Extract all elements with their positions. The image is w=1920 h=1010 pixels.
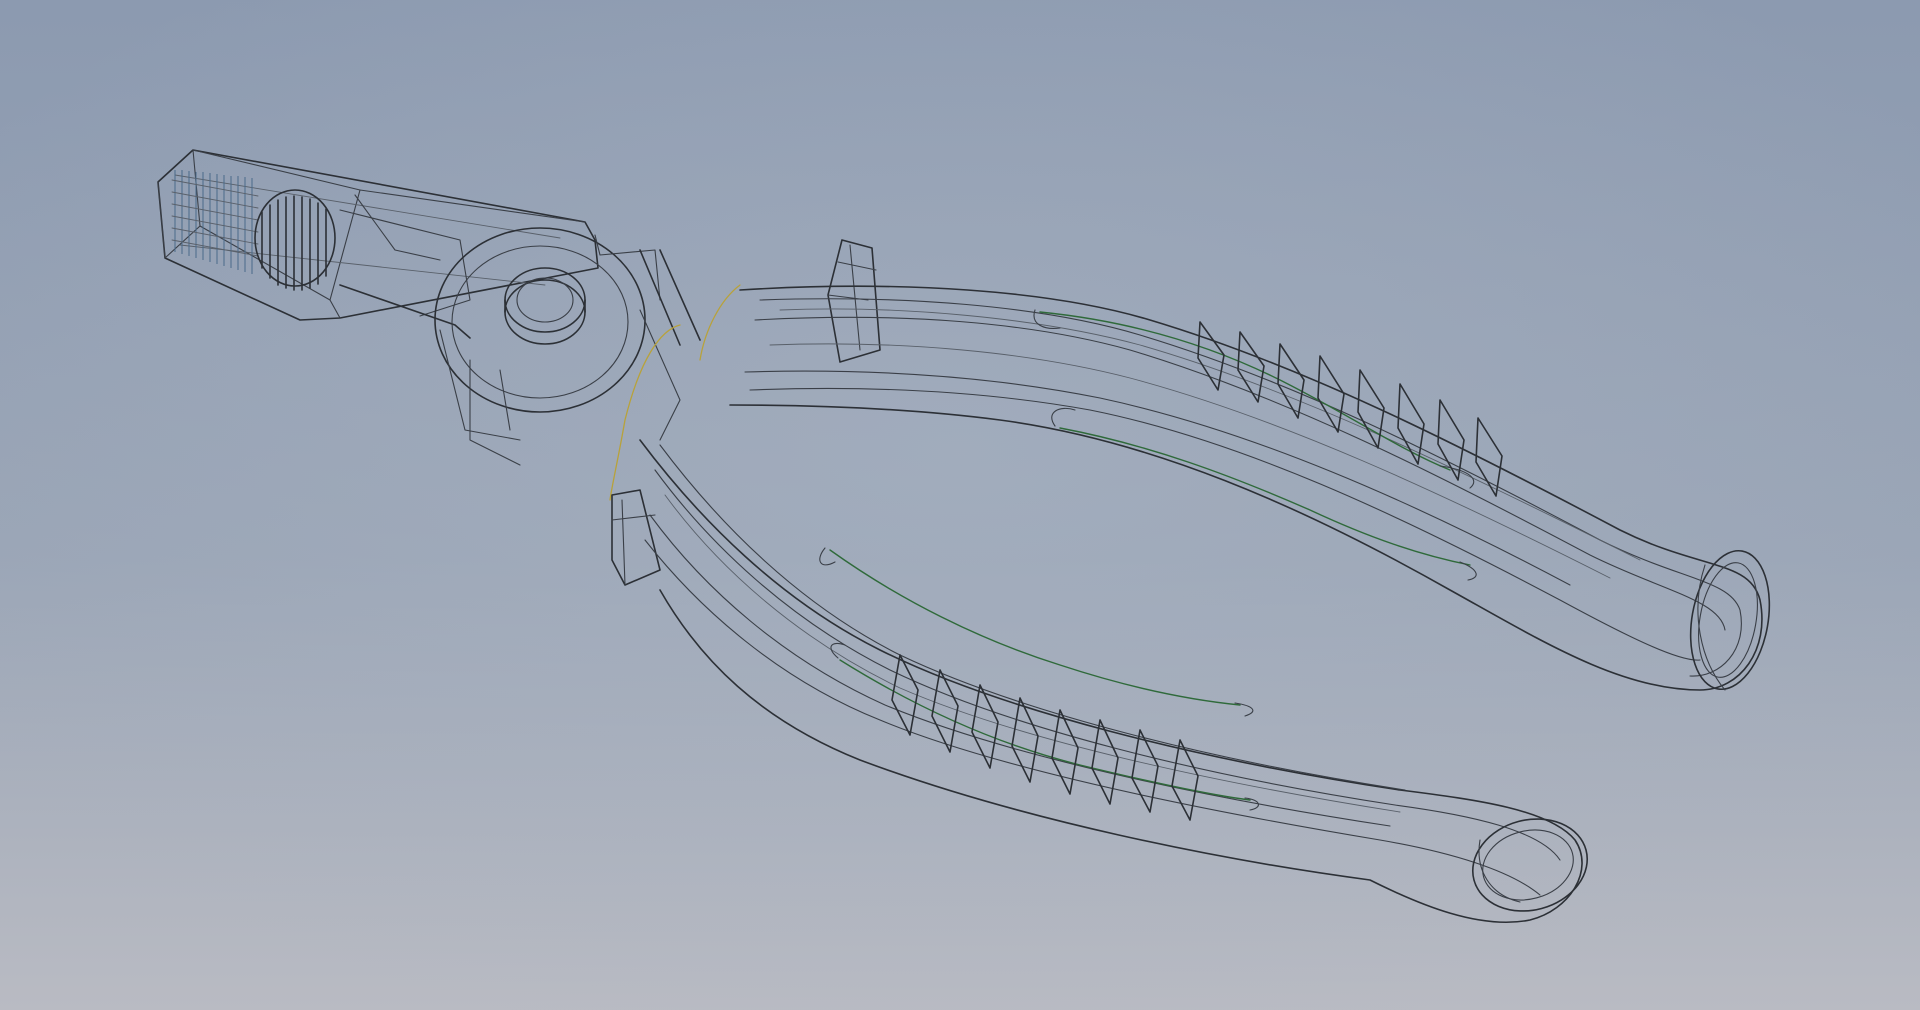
pliers-jaw[interactable] — [157, 149, 599, 339]
jaw-serrations — [171, 170, 259, 274]
pliers-pivot[interactable] — [434, 227, 741, 501]
3d-viewport[interactable] — [0, 0, 1920, 1010]
jaw-grip-teeth — [254, 189, 336, 291]
pliers-upper-handle[interactable] — [729, 285, 1780, 695]
lower-handle-guard — [611, 489, 661, 586]
pliers-lower-handle[interactable] — [639, 439, 1598, 924]
pliers-wireframe-model[interactable] — [0, 0, 1920, 1010]
